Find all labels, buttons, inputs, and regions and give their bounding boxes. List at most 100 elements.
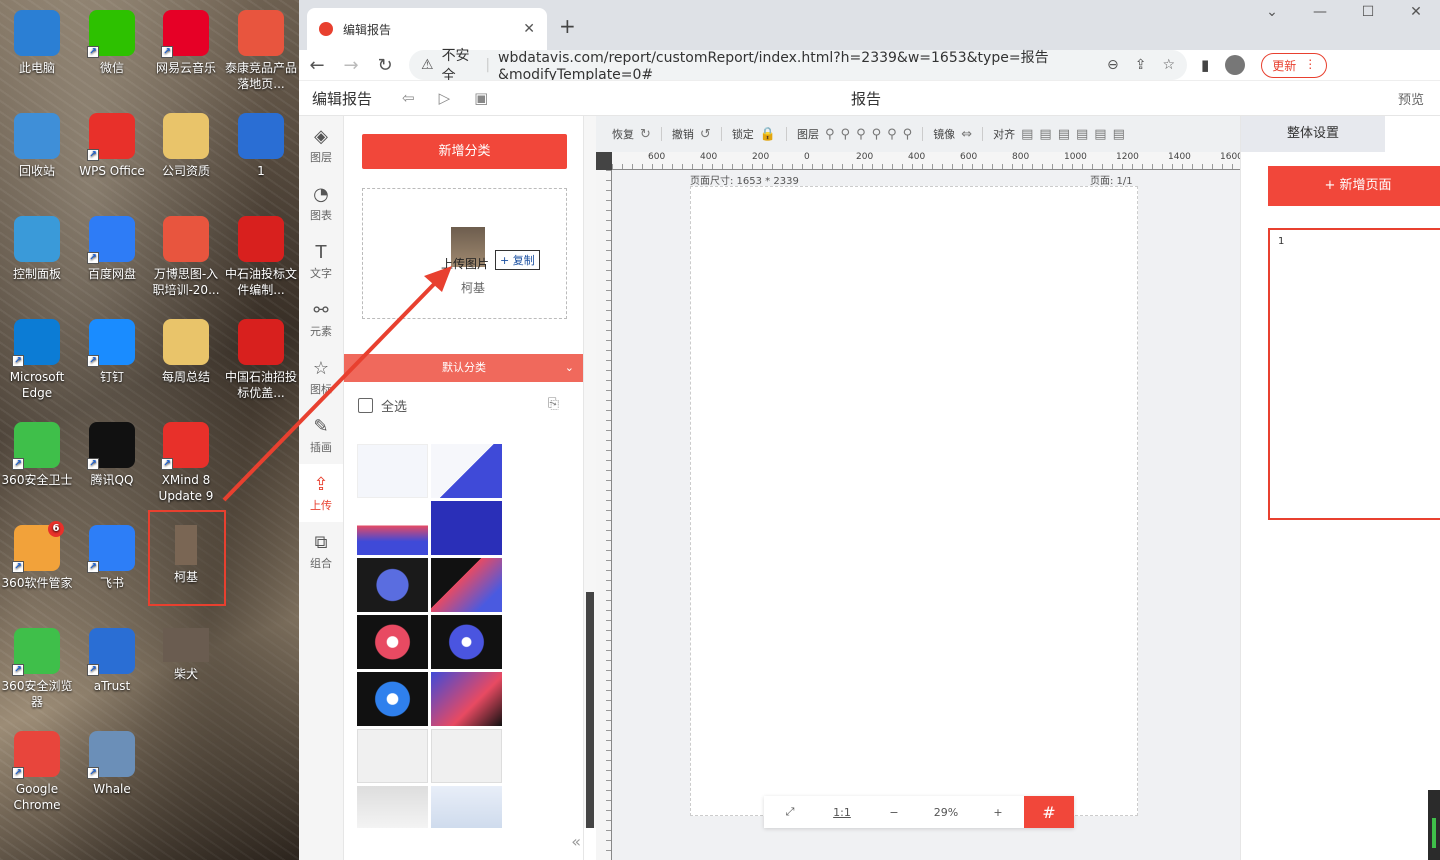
toolbar-label[interactable]: 镜像 — [933, 126, 955, 142]
toolbar-tool-icon[interactable]: ↻ — [640, 127, 651, 142]
desktop-icon[interactable]: 柴犬 — [149, 628, 223, 682]
url-field[interactable]: ⚠ 不安全 | wbdatavis.com/report/customRepor… — [409, 48, 1187, 84]
list-item[interactable] — [431, 786, 502, 828]
sidebar-item-chart[interactable]: ◔ 图表 — [299, 174, 343, 232]
toolbar-tool-icon[interactable]: 🔒 — [760, 127, 776, 142]
bookmark-star-icon[interactable]: ☆ — [1162, 57, 1175, 73]
toolbar-tool-icon[interactable]: ⚲ — [872, 127, 882, 142]
desktop-icon[interactable]: 泰康竞品产品落地页... — [224, 10, 298, 92]
preview-button[interactable]: 预览 — [1398, 89, 1424, 108]
close-window-button[interactable]: ✕ — [1392, 4, 1440, 20]
toolbar-tool-icon[interactable]: ⚲ — [841, 127, 851, 142]
browser-tab[interactable]: 编辑报告 ✕ — [307, 8, 547, 50]
desktop-icon[interactable]: ↗ 6 360软件管家 — [0, 521, 74, 591]
tab-overall-settings[interactable]: 整体设置 — [1241, 116, 1385, 152]
close-tab-icon[interactable]: ✕ — [523, 21, 535, 37]
desktop-icon[interactable]: 每周总结 — [149, 319, 223, 385]
sidebar-item-illustration[interactable]: ✎ 插画 — [299, 406, 343, 464]
new-tab-button[interactable]: + — [559, 14, 576, 38]
desktop-icon[interactable]: 此电脑 — [0, 10, 74, 76]
chevron-down-icon[interactable]: ⌄ — [1248, 4, 1296, 20]
toolbar-tool-icon[interactable]: ⚲ — [856, 127, 866, 142]
list-item[interactable] — [431, 558, 502, 612]
zoom-out-button[interactable]: − — [868, 806, 920, 819]
toolbar-label[interactable]: 恢复 — [612, 126, 634, 142]
desktop-icon[interactable]: ↗ 百度网盘 — [75, 216, 149, 282]
forward-button[interactable]: → — [341, 55, 361, 76]
sidebar-item-text[interactable]: T 文字 — [299, 232, 343, 290]
desktop-icon[interactable]: ↗ Google Chrome — [0, 731, 74, 813]
list-item[interactable] — [357, 501, 428, 555]
sidebar-item-elements[interactable]: ⚯ 元素 — [299, 290, 343, 348]
save-icon[interactable]: ▣ — [474, 89, 488, 107]
list-item[interactable] — [357, 786, 428, 828]
checkbox[interactable] — [358, 398, 373, 413]
reload-button[interactable]: ↻ — [375, 55, 395, 76]
toolbar-label[interactable]: 图层 — [797, 126, 819, 142]
toolbar-tool-icon[interactable]: ▤ — [1076, 127, 1088, 142]
collapse-panel[interactable]: « — [344, 828, 584, 860]
desktop-icon[interactable]: ↗ 钉钉 — [75, 319, 149, 385]
desktop-icon[interactable]: ↗ 腾讯QQ — [75, 422, 149, 488]
desktop-icon[interactable]: ↗ Whale — [75, 731, 149, 797]
list-item[interactable] — [431, 501, 502, 555]
list-item[interactable] — [357, 672, 428, 726]
toolbar-tool-icon[interactable]: ⚲ — [903, 127, 913, 142]
desktop-icon[interactable]: 万博思图-入职培训-20... — [149, 216, 223, 298]
upload-dropzone[interactable]: 上传图片 + 复制 柯基 — [362, 188, 567, 319]
avatar[interactable] — [1225, 55, 1246, 75]
desktop-icon[interactable]: ↗ XMind 8 Update 9 — [149, 422, 223, 504]
update-button[interactable]: 更新 ⋮ — [1261, 52, 1328, 78]
double-chevron-left-icon[interactable]: « — [571, 832, 581, 851]
page-thumbnail[interactable]: 1 — [1268, 228, 1440, 520]
sidebar-item-group[interactable]: ⧉ 组合 — [299, 522, 343, 580]
desktop-icon[interactable]: 1 — [224, 113, 298, 179]
select-all[interactable]: 全选 — [358, 396, 407, 415]
share-icon[interactable]: ⇪ — [1135, 57, 1147, 73]
list-item[interactable] — [357, 558, 428, 612]
report-page[interactable] — [690, 186, 1138, 816]
desktop-icon[interactable]: 中石油投标文件编制... — [224, 216, 298, 298]
toolbar-tool-icon[interactable]: ▤ — [1058, 127, 1070, 142]
list-item[interactable] — [431, 444, 502, 498]
toolbar-tool-icon[interactable]: ⚲ — [887, 127, 897, 142]
fit-screen-button[interactable]: ⤢ — [764, 805, 816, 819]
desktop-icon[interactable]: ↗ 微信 — [75, 10, 149, 76]
desktop-icon[interactable]: 回收站 — [0, 113, 74, 179]
back-button[interactable]: ← — [307, 55, 327, 76]
toolbar-tool-icon[interactable]: ⇔ — [961, 127, 972, 142]
toolbar-tool-icon[interactable]: ↺ — [700, 127, 711, 142]
list-item[interactable] — [357, 729, 428, 783]
desktop-icon[interactable]: ↗ 网易云音乐 — [149, 10, 223, 76]
toolbar-tool-icon[interactable]: ⚲ — [825, 127, 835, 142]
desktop-icon[interactable]: 公司资质 — [149, 113, 223, 179]
desktop-icon[interactable]: ↗ 360安全卫士 — [0, 422, 74, 488]
desktop-icon[interactable]: ↗ 飞书 — [75, 525, 149, 591]
folder-icon[interactable]: ⎘ — [548, 396, 559, 412]
list-item[interactable] — [357, 615, 428, 669]
desktop-icon[interactable]: 中国石油招投标优盖... — [224, 319, 298, 401]
list-item[interactable] — [431, 729, 502, 783]
list-item[interactable] — [357, 444, 428, 498]
panel-scrollbar[interactable] — [584, 116, 596, 828]
desktop-icon[interactable]: ↗ aTrust — [75, 628, 149, 694]
add-page-button[interactable]: + 新增页面 — [1268, 166, 1440, 206]
toolbar-tool-icon[interactable]: ▤ — [1039, 127, 1051, 142]
grid-toggle-button[interactable]: # — [1024, 796, 1074, 828]
toolbar-label[interactable]: 撤销 — [672, 126, 694, 142]
desktop-icon[interactable]: ↗ WPS Office — [75, 113, 149, 179]
sidebar-item-star[interactable]: ☆ 图标 — [299, 348, 343, 406]
toolbar-tool-icon[interactable]: ▤ — [1113, 127, 1125, 142]
zoom-icon[interactable]: ⊖ — [1107, 57, 1119, 73]
list-item[interactable] — [431, 672, 502, 726]
zoom-in-button[interactable]: + — [972, 806, 1024, 819]
toolbar-tool-icon[interactable]: ▤ — [1094, 127, 1106, 142]
actual-size-button[interactable]: 1:1 — [816, 806, 868, 819]
toolbar-label[interactable]: 对齐 — [993, 126, 1015, 142]
sidebar-item-upload[interactable]: ⇪ 上传 — [299, 464, 343, 522]
undo-icon[interactable]: ⇦ — [402, 89, 415, 107]
toolbar-tool-icon[interactable]: ▤ — [1021, 127, 1033, 142]
sidebar-toggle-icon[interactable]: ▮ — [1201, 56, 1209, 74]
minimize-button[interactable]: — — [1296, 4, 1344, 20]
play-icon[interactable]: ▷ — [439, 89, 451, 107]
